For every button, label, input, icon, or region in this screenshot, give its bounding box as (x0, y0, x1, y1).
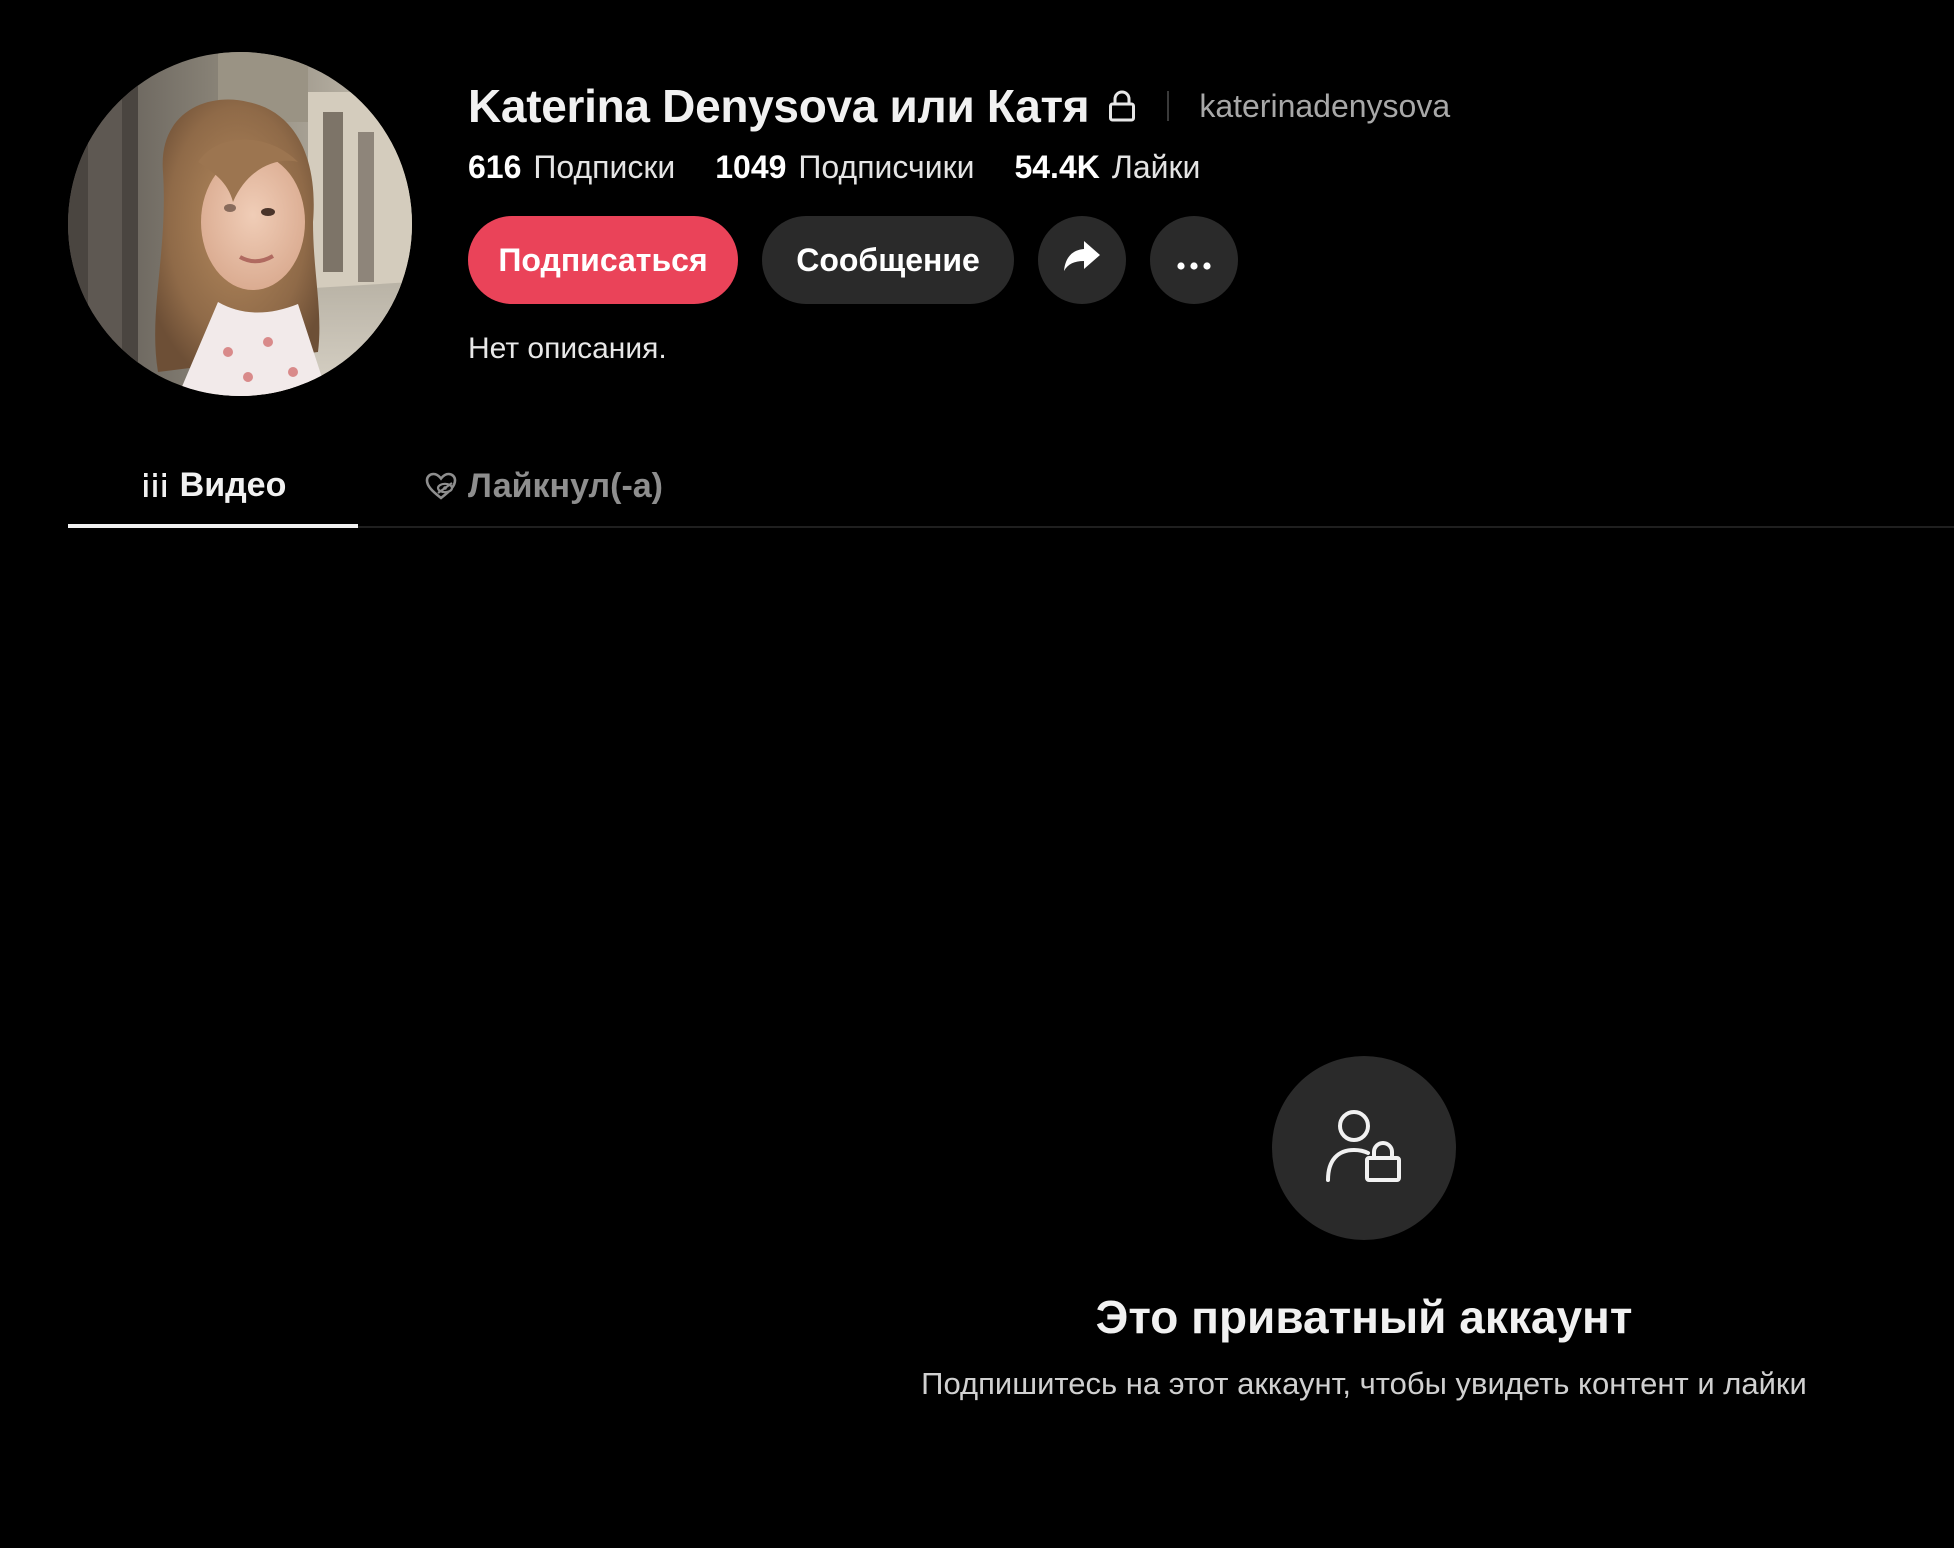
tab-videos[interactable]: Видео (68, 446, 358, 528)
user-lock-icon (1322, 1104, 1406, 1193)
username: katerinadenysova (1199, 87, 1451, 124)
tab-liked-label: Лайкнул(-а) (468, 466, 664, 505)
avatar[interactable] (68, 52, 412, 396)
private-account-subtitle: Подпишитесь на этот аккаунт, чтобы увиде… (921, 1366, 1807, 1401)
tab-videos-label: Видео (179, 465, 287, 504)
stat-following[interactable]: 616 Подписки (468, 149, 675, 186)
message-button[interactable]: Сообщение (762, 216, 1014, 304)
follow-button[interactable]: Подписаться (468, 216, 738, 304)
grid-bars-icon (140, 470, 170, 500)
stat-likes: 54.4K Лайки (1014, 149, 1200, 186)
stat-followers-value: 1049 (715, 148, 787, 185)
bio-text: Нет описания. (468, 332, 667, 365)
share-button[interactable] (1038, 216, 1126, 304)
avatar-photo (68, 52, 412, 396)
stats-row: 616 Подписки 1049 Подписчики 54.4K Лайки (468, 144, 1240, 190)
more-dots-icon (1176, 242, 1212, 279)
stat-likes-value: 54.4K (1014, 148, 1100, 185)
more-button[interactable] (1150, 216, 1238, 304)
lock-icon (1107, 89, 1137, 123)
profile-name-row: Katerina Denysova или Катя katerinadenys… (468, 76, 1450, 136)
tab-liked[interactable]: Лайкнул(-а) (424, 446, 663, 526)
share-arrow-icon (1062, 238, 1102, 282)
stat-following-label: Подписки (533, 148, 676, 185)
profile-actions: Подписаться Сообщение (468, 216, 1238, 304)
stat-followers-label: Подписчики (798, 148, 975, 185)
name-separator (1167, 91, 1170, 121)
display-name: Katerina Denysova или Катя (468, 80, 1090, 132)
stat-likes-label: Лайки (1111, 148, 1201, 185)
private-account-title: Это приватный аккаунт (1095, 1291, 1633, 1343)
stat-following-value: 616 (468, 148, 522, 185)
stat-followers[interactable]: 1049 Подписчики (715, 149, 974, 186)
heart-hidden-icon (424, 471, 458, 501)
private-account-badge (1272, 1056, 1456, 1240)
profile-tabs: Видео Лайкнул(-а) (68, 446, 1954, 528)
